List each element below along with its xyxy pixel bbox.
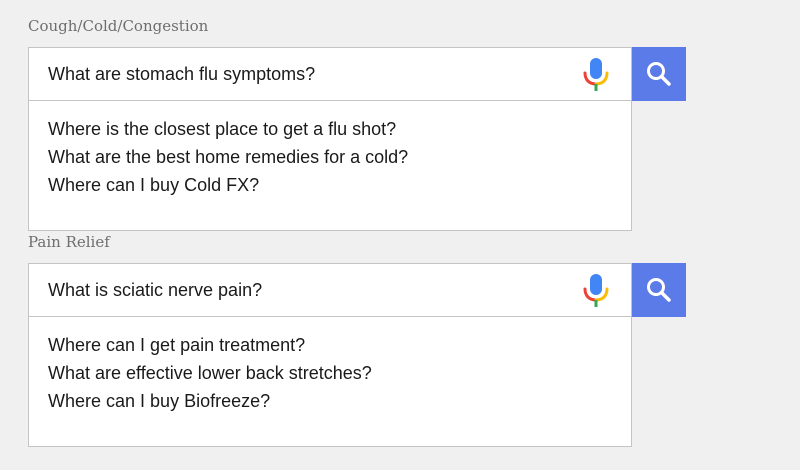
- suggestion-item[interactable]: Where is the closest place to get a flu …: [29, 115, 631, 143]
- suggestion-item[interactable]: Where can I get pain treatment?: [29, 331, 631, 359]
- suggestion-item[interactable]: Where can I buy Cold FX?: [29, 171, 631, 199]
- suggestions-list: Where can I get pain treatment? What are…: [28, 317, 632, 447]
- section-label: Pain Relief: [28, 233, 110, 251]
- search-input[interactable]: What are stomach flu symptoms?: [28, 47, 632, 101]
- suggestion-item[interactable]: What are effective lower back stretches?: [29, 359, 631, 387]
- search-section-cough-cold: Cough/Cold/Congestion What are stomach f…: [28, 16, 686, 231]
- suggestion-item[interactable]: Where can I buy Biofreeze?: [29, 387, 631, 415]
- search-icon: [647, 278, 671, 302]
- search-input-value: What are stomach flu symptoms?: [48, 64, 316, 84]
- suggestion-item[interactable]: What are the best home remedies for a co…: [29, 143, 631, 171]
- search-icon: [647, 62, 671, 86]
- search-bar: What is sciatic nerve pain?: [28, 263, 686, 317]
- suggestions-list: Where is the closest place to get a flu …: [28, 101, 632, 231]
- search-input[interactable]: What is sciatic nerve pain?: [28, 263, 632, 317]
- search-button[interactable]: [632, 47, 686, 101]
- search-bar: What are stomach flu symptoms?: [28, 47, 686, 101]
- section-label: Cough/Cold/Congestion: [28, 17, 209, 35]
- microphone-icon[interactable]: [581, 58, 611, 92]
- search-section-pain-relief: Pain Relief What is sciatic nerve pain? …: [28, 232, 686, 447]
- microphone-icon[interactable]: [581, 274, 611, 308]
- search-input-value: What is sciatic nerve pain?: [48, 280, 263, 300]
- search-button[interactable]: [632, 263, 686, 317]
